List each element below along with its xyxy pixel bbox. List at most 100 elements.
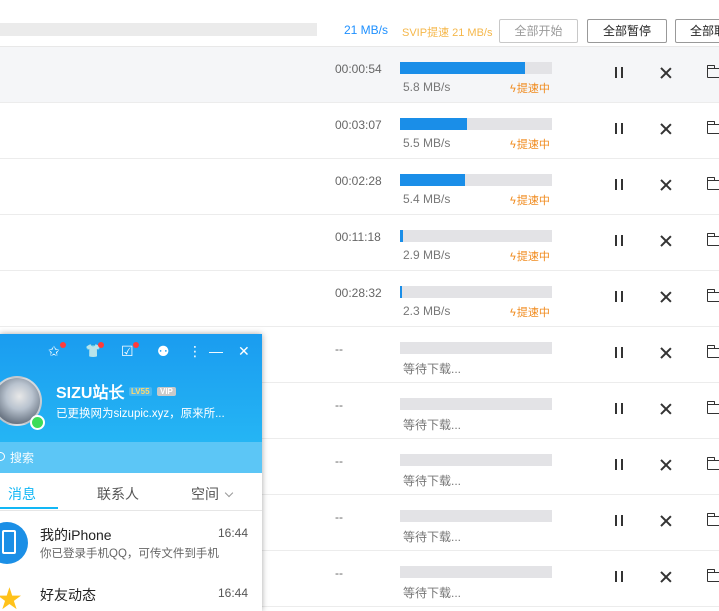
- progress-bar: [400, 62, 552, 74]
- phone-icon: [0, 522, 28, 564]
- boost-text: 提速中: [516, 83, 550, 95]
- pause-all-button[interactable]: 全部暂停: [587, 19, 667, 43]
- download-rate: 5.5 MB/s: [403, 136, 451, 150]
- folder-icon[interactable]: [706, 121, 719, 134]
- bolt-icon: ϟ: [510, 251, 516, 263]
- close-icon[interactable]: [660, 347, 672, 359]
- folder-icon[interactable]: [706, 513, 719, 526]
- download-rate: 等待下载...: [403, 362, 462, 376]
- download-row[interactable]: 00:28:32 2.3 MB/s ϟ提速中: [0, 271, 719, 327]
- message-title: 我的iPhone: [40, 527, 112, 543]
- boost-text: 提速中: [516, 307, 550, 319]
- notify-dot: [60, 342, 66, 348]
- vip-badge[interactable]: VIP: [157, 387, 176, 396]
- pause-icon[interactable]: [614, 291, 624, 303]
- download-row[interactable]: 00:03:07 5.5 MB/s ϟ提速中: [0, 103, 719, 159]
- boost-text: 提速中: [516, 139, 550, 151]
- download-rate: 5.8 MB/s: [403, 80, 451, 94]
- close-icon[interactable]: [660, 291, 672, 303]
- pause-icon[interactable]: [614, 515, 624, 527]
- pause-icon[interactable]: [614, 459, 624, 471]
- calendar-icon[interactable]: ☑: [121, 343, 134, 359]
- download-row[interactable]: 00:02:28 5.4 MB/s ϟ提速中: [0, 159, 719, 215]
- message-item-feeds[interactable]: ★ 好友动态 16:44: [0, 570, 262, 611]
- pause-icon[interactable]: [614, 347, 624, 359]
- folder-icon[interactable]: [706, 401, 719, 414]
- pause-icon[interactable]: [614, 571, 624, 583]
- remaining-time: --: [335, 454, 343, 468]
- start-all-button[interactable]: 全部开始: [499, 19, 578, 43]
- close-icon[interactable]: [660, 403, 672, 415]
- remaining-time: --: [335, 398, 343, 412]
- download-rate: 5.4 MB/s: [403, 192, 451, 206]
- folder-icon[interactable]: [706, 569, 719, 582]
- folder-icon[interactable]: [706, 289, 719, 302]
- online-status-icon[interactable]: [30, 415, 45, 430]
- progress-fill: [400, 62, 525, 74]
- close-icon[interactable]: [660, 67, 672, 79]
- tab-indicator: [0, 507, 58, 509]
- star-icon[interactable]: ✩: [48, 343, 60, 359]
- cancel-all-button[interactable]: 全部取: [675, 19, 719, 43]
- total-progress-bar: [0, 23, 317, 36]
- remaining-time: 00:00:54: [335, 62, 382, 76]
- close-icon[interactable]: [660, 123, 672, 135]
- bolt-icon: ϟ: [510, 139, 516, 151]
- star-feed-icon: ★: [0, 582, 28, 611]
- folder-icon[interactable]: [706, 233, 719, 246]
- folder-icon[interactable]: [706, 345, 719, 358]
- close-icon[interactable]: [660, 515, 672, 527]
- download-rate: 2.9 MB/s: [403, 248, 451, 262]
- message-item-iphone[interactable]: 我的iPhone 你已登录手机QQ，可传文件到手机 16:44: [0, 510, 262, 566]
- download-row[interactable]: 00:00:54 5.8 MB/s ϟ提速中: [0, 47, 719, 103]
- boost-label: ϟ提速中: [510, 192, 550, 208]
- more-icon[interactable]: ⋮: [188, 343, 202, 359]
- tab-space[interactable]: 空间: [191, 484, 234, 504]
- bolt-icon: ϟ: [510, 195, 516, 207]
- pause-icon[interactable]: [614, 67, 624, 79]
- bolt-icon: ϟ: [510, 307, 516, 319]
- download-rate: 等待下载...: [403, 586, 462, 600]
- pause-icon[interactable]: [614, 123, 624, 135]
- pause-icon[interactable]: [614, 235, 624, 247]
- chevron-down-icon: [224, 488, 234, 498]
- search-icon: [0, 452, 5, 461]
- folder-icon[interactable]: [706, 65, 719, 78]
- close-icon[interactable]: ✕: [238, 343, 250, 359]
- tab-contacts[interactable]: 联系人: [97, 484, 139, 504]
- progress-fill: [400, 118, 467, 130]
- progress-fill: [400, 230, 404, 242]
- close-icon[interactable]: [660, 179, 672, 191]
- medal-icon[interactable]: ⚉: [157, 343, 170, 359]
- message-title: 好友动态: [40, 587, 96, 603]
- folder-icon[interactable]: [706, 457, 719, 470]
- progress-bar: [400, 398, 552, 410]
- pause-icon[interactable]: [614, 179, 624, 191]
- progress-bar: [400, 230, 552, 242]
- search-input[interactable]: [10, 449, 250, 466]
- boost-text: 提速中: [516, 251, 550, 263]
- boost-label: ϟ提速中: [510, 80, 550, 96]
- tab-messages[interactable]: 消息: [8, 484, 36, 504]
- tab-space-label: 空间: [191, 486, 219, 502]
- notify-dot: [133, 342, 139, 348]
- progress-bar: [400, 174, 552, 186]
- folder-icon[interactable]: [706, 177, 719, 190]
- progress-bar: [400, 286, 552, 298]
- close-icon[interactable]: [660, 235, 672, 247]
- close-icon[interactable]: [660, 459, 672, 471]
- minimize-icon[interactable]: —: [209, 343, 223, 359]
- remaining-time: 00:28:32: [335, 286, 382, 300]
- bolt-icon: ϟ: [510, 83, 516, 95]
- close-icon[interactable]: [660, 571, 672, 583]
- download-rate: 等待下载...: [403, 474, 462, 488]
- remaining-time: 00:11:18: [335, 230, 381, 244]
- download-rate: 2.3 MB/s: [403, 304, 451, 318]
- pause-icon[interactable]: [614, 403, 624, 415]
- remaining-time: 00:02:28: [335, 174, 382, 188]
- qq-signature[interactable]: 已更换网为sizupic.xyz，原来所...: [56, 405, 225, 421]
- boost-text: 提速中: [516, 195, 550, 207]
- qq-nickname[interactable]: SIZU站长: [56, 379, 124, 403]
- total-speed: 21 MB/s: [344, 23, 389, 37]
- download-row[interactable]: 00:11:18 2.9 MB/s ϟ提速中: [0, 215, 719, 271]
